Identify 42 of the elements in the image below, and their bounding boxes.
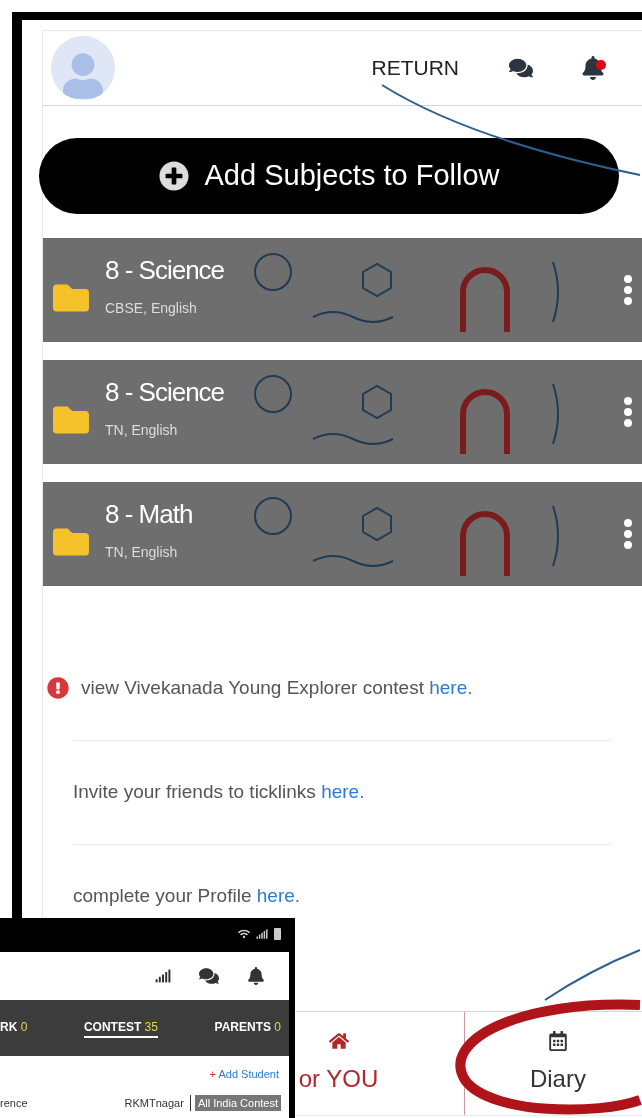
- here-link[interactable]: here.: [429, 676, 473, 698]
- nav-tab[interactable]: or YOU: [293, 1012, 464, 1115]
- subject-subtitle: CBSE, English: [105, 299, 198, 318]
- add-subjects-button[interactable]: Add Subjects to Follow: [39, 138, 619, 214]
- subject-card[interactable]: 8 - Science TN, English: [43, 360, 642, 464]
- notice-text: view Vivekanada Young Explorer contest here.: [81, 675, 473, 700]
- notification-bell-icon[interactable]: [581, 56, 605, 80]
- signal-icon: [256, 928, 268, 940]
- subject-card[interactable]: 8 - Science CBSE, English: [43, 238, 642, 342]
- calendar-icon: [547, 1030, 568, 1051]
- wifi-icon: [238, 928, 250, 940]
- school-name: RKMTnagar: [124, 1094, 191, 1111]
- battery-icon: [274, 928, 281, 940]
- chat-icon[interactable]: [199, 966, 219, 986]
- subject-card[interactable]: 8 - Math TN, English: [43, 482, 642, 586]
- row-text: rence: [0, 1095, 28, 1111]
- bar-chart-icon[interactable]: [155, 968, 171, 984]
- subject-title: 8 - Math: [105, 498, 193, 531]
- notification-bell-icon[interactable]: [247, 967, 265, 985]
- here-link[interactable]: here.: [256, 885, 301, 907]
- more-options-icon[interactable]: [623, 519, 633, 549]
- subject-subtitle: TN, English: [105, 543, 179, 562]
- person-icon: [63, 52, 103, 100]
- notice-text: Invite your friends to ticklinks here.: [73, 780, 365, 805]
- chat-icon[interactable]: [509, 56, 533, 80]
- nav-tab[interactable]: Diary: [463, 1012, 642, 1115]
- subject-title: 8 - Science: [105, 254, 225, 287]
- tab[interactable]: CONTEST 35: [83, 1018, 158, 1038]
- tab[interactable]: RK 0: [0, 1018, 28, 1038]
- subject-subtitle: TN, English: [105, 421, 179, 440]
- add-student-link[interactable]: + Add Student: [209, 1066, 279, 1083]
- return-button[interactable]: RETURN: [371, 52, 459, 84]
- subject-title: 8 - Science: [105, 376, 225, 409]
- more-options-icon[interactable]: [623, 397, 633, 427]
- plus-icon: [158, 161, 189, 191]
- home-icon: [328, 1030, 349, 1051]
- alert-icon: [47, 677, 69, 699]
- contest-tag: All India Contest: [194, 1094, 281, 1111]
- tab[interactable]: PARENTS 0: [214, 1018, 281, 1038]
- more-options-icon[interactable]: [623, 275, 633, 305]
- here-link[interactable]: here.: [321, 781, 365, 803]
- notice-text: complete your Profile here.: [73, 884, 301, 909]
